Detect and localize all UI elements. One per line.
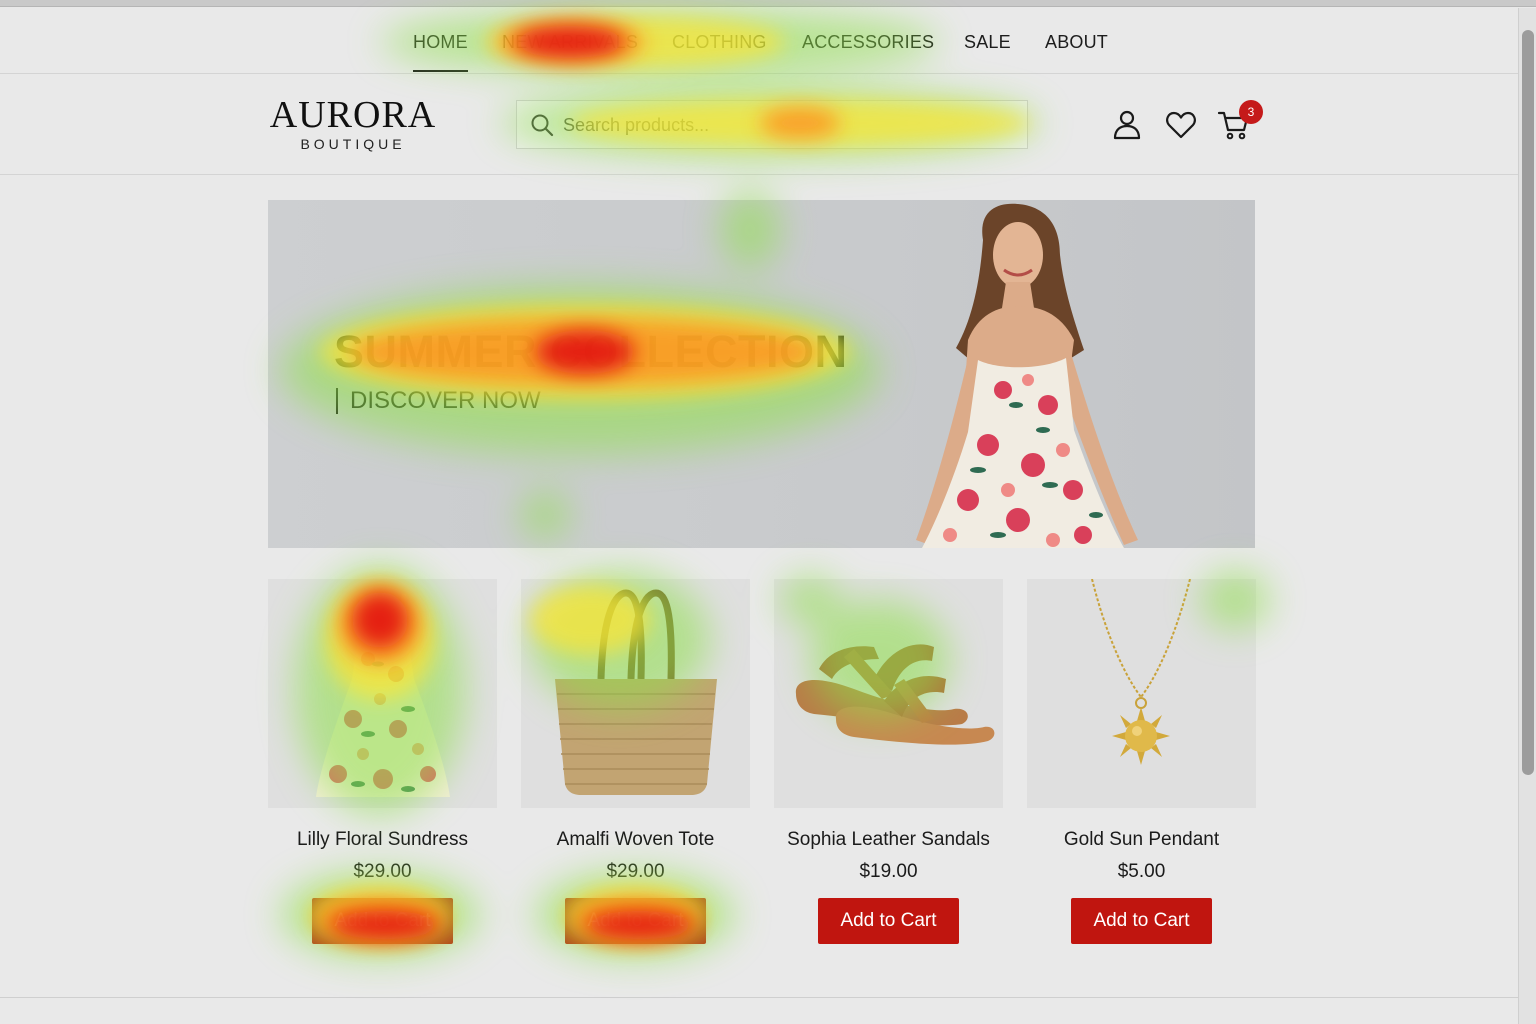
main-nav: HOME NEW ARRIVALS CLOTHING ACCESSORIES S… <box>0 8 1518 74</box>
nav-item-home[interactable]: HOME <box>413 32 468 53</box>
hero-title: SUMMER COLLECTION <box>334 326 848 377</box>
sun-pendant-illustration <box>1091 579 1191 765</box>
nav-item-new-arrivals[interactable]: NEW ARRIVALS <box>502 32 638 53</box>
hero-cta-link[interactable]: DISCOVER NOW <box>336 388 541 414</box>
nav-item-accessories[interactable]: ACCESSORIES <box>802 32 934 53</box>
hero-banner[interactable]: SUMMER COLLECTION DISCOVER NOW <box>268 200 1255 548</box>
active-nav-underline <box>413 70 468 72</box>
add-to-cart-button[interactable]: Add to Cart <box>1071 898 1212 944</box>
heart-icon[interactable] <box>1164 108 1198 142</box>
product-image-leather-sandals[interactable] <box>774 579 1003 808</box>
page-scrollbar[interactable] <box>1518 8 1536 1024</box>
leather-sandals-illustration <box>795 644 995 745</box>
add-to-cart-button[interactable]: Add to Cart <box>818 898 959 944</box>
brand-logo[interactable]: AURORA BOUTIQUE <box>268 95 438 152</box>
search-input[interactable] <box>563 111 1003 139</box>
browser-top-strip <box>0 0 1536 7</box>
product-price: $29.00 <box>353 861 412 882</box>
footer-divider <box>0 997 1518 998</box>
search-box <box>516 100 1028 149</box>
logo-subtitle: BOUTIQUE <box>300 136 406 152</box>
logo-wordmark: AURORA <box>269 94 437 136</box>
hero-model-image <box>916 203 1138 548</box>
floral-dress-illustration <box>316 594 450 797</box>
site-header: AURORA BOUTIQUE 3 <box>0 75 1518 175</box>
user-icon[interactable] <box>1110 107 1144 141</box>
product-image-woven-tote[interactable] <box>521 579 750 808</box>
product-name[interactable]: Sophia Leather Sandals <box>754 829 1023 851</box>
product-image-sun-pendant[interactable] <box>1027 579 1256 808</box>
nav-item-clothing[interactable]: CLOTHING <box>672 32 767 53</box>
product-price: $5.00 <box>1117 861 1166 882</box>
product-name[interactable]: Amalfi Woven Tote <box>501 829 770 851</box>
product-price: $29.00 <box>606 861 665 882</box>
product-name[interactable]: Lilly Floral Sundress <box>248 829 517 851</box>
cart-count-badge: 3 <box>1239 100 1263 124</box>
nav-item-about[interactable]: ABOUT <box>1045 32 1108 53</box>
product-price: $19.00 <box>859 861 918 882</box>
add-to-cart-button[interactable]: Add to Cart <box>565 898 706 944</box>
product-name[interactable]: Gold Sun Pendant <box>1007 829 1276 851</box>
scrollbar-thumb[interactable] <box>1522 30 1534 775</box>
product-image-floral-dress[interactable] <box>268 579 497 808</box>
woven-tote-illustration <box>555 589 717 795</box>
add-to-cart-button[interactable]: Add to Cart <box>312 898 453 944</box>
search-icon[interactable] <box>529 112 555 138</box>
nav-item-sale[interactable]: SALE <box>964 32 1011 53</box>
